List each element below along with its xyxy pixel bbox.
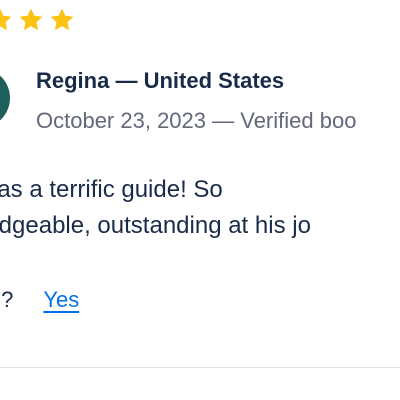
review-text-line: ledgeable, outstanding at his jo bbox=[0, 212, 311, 239]
avatar bbox=[0, 68, 10, 128]
star-icon bbox=[19, 8, 43, 31]
review-text-line: was a terrific guide! So bbox=[0, 176, 223, 203]
reviewer-name: Regina — United States bbox=[36, 68, 285, 93]
review-date-and-status: October 23, 2023 — Verified boo bbox=[36, 108, 357, 133]
rating-stars bbox=[0, 6, 76, 34]
review-body: was a terrific guide! So ledgeable, outs… bbox=[0, 172, 400, 244]
divider bbox=[0, 367, 400, 368]
helpful-yes-link[interactable]: Yes bbox=[43, 287, 79, 313]
helpful-prompt: ul? Yes bbox=[0, 287, 79, 313]
helpful-label: ul? bbox=[0, 287, 14, 312]
review-card: Regina — United States October 23, 2023 … bbox=[0, 0, 400, 400]
star-icon bbox=[50, 8, 74, 31]
star-icon bbox=[0, 8, 12, 31]
